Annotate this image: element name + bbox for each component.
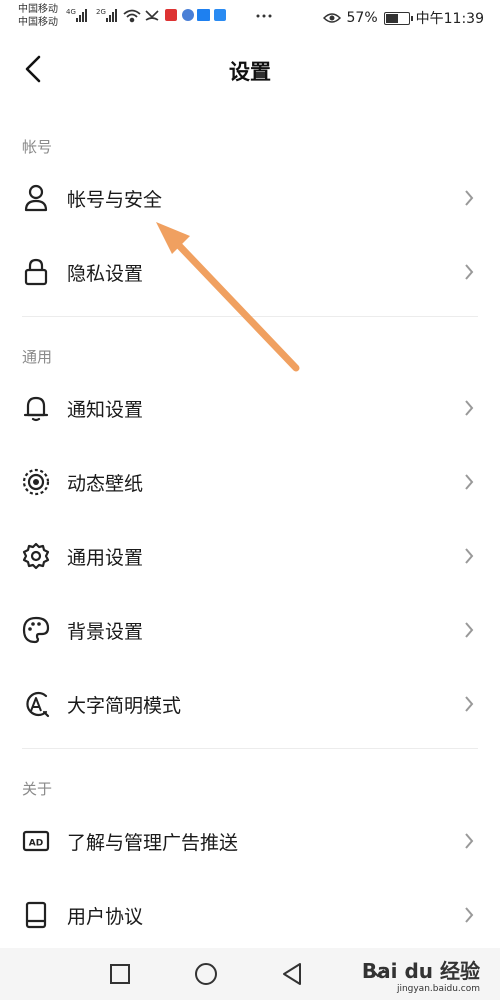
book-icon [20,899,52,931]
settings-item-label: 用户协议 [67,905,144,928]
signal-icon-1 [76,9,87,22]
carrier-2: 中国移动 [18,17,58,28]
ad-icon: AD [20,825,52,857]
settings-item-label: 了解与管理广告推送 [67,831,239,854]
home-button[interactable] [190,958,222,990]
wifi-icon [123,9,141,23]
svg-text:AD: AD [29,839,43,849]
network-type-1: 4G [66,8,76,16]
app-header: 设置 [0,36,500,104]
section-divider [22,748,478,749]
page-title: 设置 [229,60,271,84]
section-label-account: 帐号 [22,138,53,156]
bell-icon [20,392,52,424]
large-text-icon [20,688,52,720]
settings-item-ad-management[interactable]: AD 了解与管理广告推送 [0,805,500,877]
live-wallpaper-icon [20,466,52,498]
settings-item-privacy[interactable]: 隐私设置 [0,236,500,308]
settings-item-account-security[interactable]: 帐号与安全 [0,162,500,234]
chevron-right-icon [465,548,474,564]
chevron-right-icon [465,833,474,849]
settings-item-label: 大字简明模式 [67,694,182,717]
chevron-right-icon [465,264,474,280]
battery-percent: 57% [346,10,378,26]
settings-item-large-text-mode[interactable]: 大字简明模式 [0,668,500,740]
settings-item-label: 背景设置 [67,620,144,643]
gear-icon [20,540,52,572]
settings-item-general[interactable]: 通用设置 [0,520,500,592]
settings-item-notifications[interactable]: 通知设置 [0,372,500,444]
status-bar: 中国移动 中国移动 4G 2G 57% 中午11:39 [0,0,500,36]
settings-item-label: 通知设置 [67,398,144,421]
battery-icon [383,11,413,25]
person-icon [20,182,52,214]
signal-icon-2 [106,9,117,22]
status-icons: 4G 2G [66,8,226,23]
chevron-right-icon [465,474,474,490]
carrier-1: 中国移动 [18,4,58,15]
settings-item-label: 通用设置 [67,546,144,569]
settings-item-live-wallpaper[interactable]: 动态壁纸 [0,446,500,518]
chevron-right-icon [465,907,474,923]
settings-item-label: 动态壁纸 [67,472,144,495]
palette-icon [20,614,52,646]
chevron-right-icon [465,622,474,638]
watermark-main: Bai du 经验 [361,959,480,983]
network-type-2: 2G [96,8,106,16]
app-notify-icon-2 [182,9,194,21]
app-notify-icon-3 [214,9,226,21]
watermark-url: jingyan.baidu.com [396,984,480,994]
chevron-right-icon [465,400,474,416]
back-nav-button[interactable] [276,958,308,990]
zhihu-notify-icon [197,9,210,21]
settings-item-label: 帐号与安全 [67,188,163,211]
section-label-about: 关于 [22,780,53,798]
settings-item-label: 隐私设置 [67,262,144,285]
system-nav-bar: Bai du 经验 jingyan.baidu.com [0,948,500,1000]
recent-apps-button[interactable] [104,958,136,990]
chevron-right-icon [465,696,474,712]
carrier-info: 中国移动 中国移动 [18,3,58,29]
clock: 中午11:39 [415,11,484,27]
section-divider [22,316,478,317]
chevron-right-icon [465,190,474,206]
battery-level [385,13,399,23]
more-notifications-icon [256,14,272,18]
app-notify-icon-1 [165,9,177,21]
settings-item-user-agreement[interactable]: 用户协议 [0,879,500,951]
lock-icon [20,256,52,288]
missed-call-icon [145,10,159,21]
section-label-general: 通用 [22,348,53,366]
settings-item-background[interactable]: 背景设置 [0,594,500,666]
eye-comfort-icon [322,13,341,23]
baidu-jingyan-watermark: Bai du 经验 jingyan.baidu.com [362,955,480,994]
status-right: 57% 中午11:39 [322,8,484,28]
